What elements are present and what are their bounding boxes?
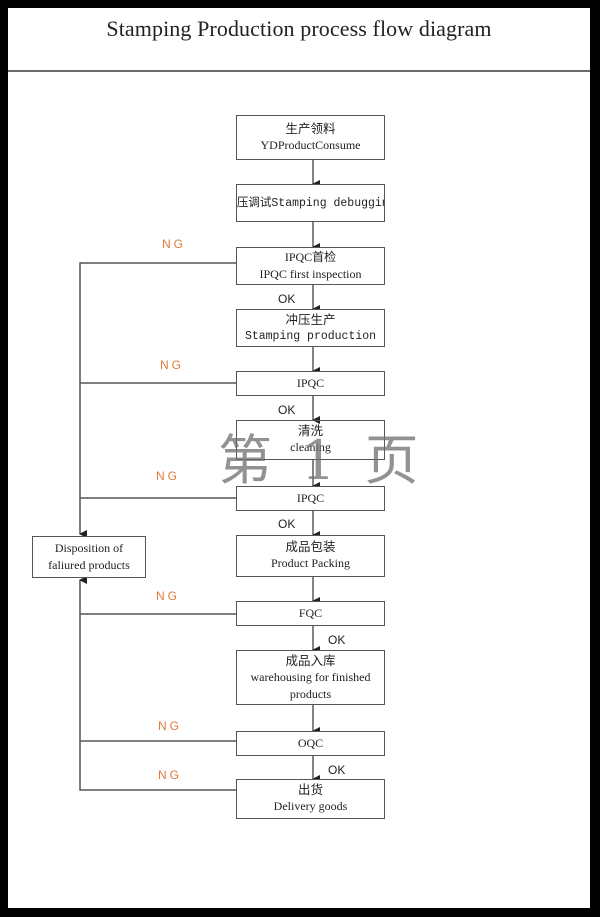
ng-label: NG (156, 469, 180, 483)
ok-label: OK (278, 517, 296, 531)
step-en-label-2: products (289, 687, 332, 701)
step-delivery-goods: 出货 Delivery goods (236, 779, 385, 819)
disposition-box: Disposition of faliured products (32, 536, 146, 578)
ng-label: NG (156, 589, 180, 603)
disposition-line-1: Disposition of (54, 541, 124, 555)
ng-line-delivery (79, 614, 236, 791)
ok-label: OK (278, 292, 296, 306)
step-en-label: Stamping production (244, 330, 377, 343)
step-en-label: Delivery goods (273, 799, 348, 813)
step-ipqc-2: IPQC (236, 486, 385, 511)
step-en-label: warehousing for finished (250, 670, 371, 684)
step-label: IPQC (296, 491, 325, 505)
ng-line-ipqc-first (79, 262, 236, 383)
step-en-label: YDProductConsume (260, 138, 361, 152)
step-warehousing: 成品入库 warehousing for finished products (236, 650, 385, 705)
step-label: IPQC (296, 376, 325, 390)
step-cn-label: 生产领料 (285, 121, 336, 136)
step-cn-label: 清洗 (297, 423, 323, 438)
step-label: FQC (298, 606, 323, 620)
disposition-line-2: faliured products (48, 558, 130, 572)
step-ipqc-1: IPQC (236, 371, 385, 396)
step-cn-label: IPQC首检 (284, 250, 337, 264)
step-stamping-production: 冲压生产 Stamping production (236, 309, 385, 347)
step-label: 冲压调试Stamping debugging (236, 196, 384, 210)
ok-label: OK (328, 633, 346, 647)
document-page: Stamping Production process flow diagram (8, 8, 590, 908)
step-en-label: IPQC first inspection (259, 267, 362, 281)
step-cn-label: 成品包装 (285, 539, 336, 554)
ng-label: NG (160, 358, 184, 372)
ng-label: NG (158, 719, 182, 733)
step-en-label: cleaning (290, 440, 331, 454)
step-en-label: Product Packing (271, 556, 350, 570)
ok-label: OK (328, 763, 346, 777)
step-stamping-debugging: 冲压调试Stamping debugging (236, 184, 385, 222)
step-cn-label: 出货 (297, 782, 323, 797)
step-cn-label: 成品入库 (285, 653, 336, 668)
step-oqc: OQC (236, 731, 385, 756)
step-ipqc-first-inspection: IPQC首检 IPQC first inspection (236, 247, 385, 285)
step-label: OQC (297, 736, 324, 750)
ok-label: OK (278, 403, 296, 417)
step-product-packing: 成品包装 Product Packing (236, 535, 385, 577)
step-fqc: FQC (236, 601, 385, 626)
step-cleaning: 清洗 cleaning (236, 420, 385, 460)
ng-label: NG (158, 768, 182, 782)
step-cn-label: 冲压生产 (285, 312, 336, 327)
ng-label: NG (162, 237, 186, 251)
step-material-requisition: 生产领料 YDProductConsume (236, 115, 385, 160)
